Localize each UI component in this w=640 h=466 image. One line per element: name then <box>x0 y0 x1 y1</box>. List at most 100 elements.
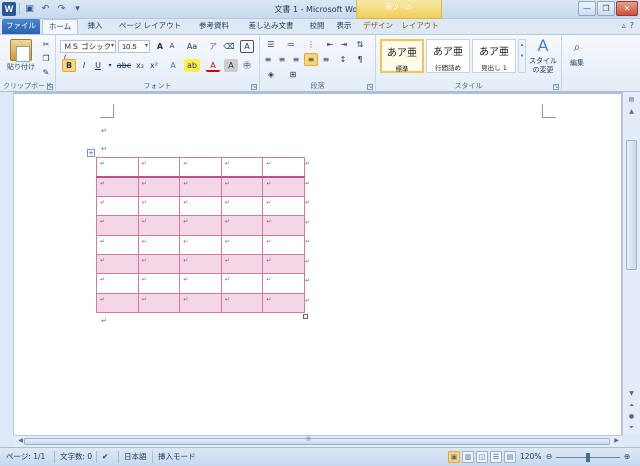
sort-icon[interactable]: ⇅ <box>354 38 366 51</box>
table-cell[interactable]: ↵ <box>262 195 305 217</box>
font-launcher-icon[interactable]: ↘ <box>251 84 257 90</box>
insert-mode-indicator[interactable]: 挿入モード <box>158 451 196 463</box>
font-size-combo[interactable]: 10.5 ▾ <box>118 40 150 53</box>
table-cell[interactable]: ↵ <box>96 253 139 275</box>
change-case-button[interactable]: Aa <box>184 40 200 53</box>
borders-icon[interactable]: ⊞ <box>284 68 302 81</box>
table-cell[interactable]: ↵ <box>220 156 264 178</box>
table-cell[interactable]: ↵ <box>96 156 139 178</box>
document-page[interactable]: ↵ ↵ + ↵ ↵ ↵ ↵ ↵ ↵ ↵ ↵ ↵ ↵ ↵ ↵ ↵ ↵ ↵ ↵ ↵ … <box>14 94 621 435</box>
table-cell[interactable]: ↵ <box>262 215 305 236</box>
table-resize-handle[interactable] <box>303 314 308 319</box>
styles-gallery-scroll[interactable]: ▴ ▾ <box>518 39 526 73</box>
table-cell[interactable]: ↵ <box>137 253 181 275</box>
minimize-button[interactable]: — <box>578 1 596 16</box>
table-cell[interactable]: ↵ <box>179 292 222 314</box>
table-cell[interactable]: ↵ <box>262 234 305 255</box>
table-cell[interactable]: ↵ <box>262 176 305 197</box>
scroll-right-icon[interactable]: ▶ <box>610 436 623 446</box>
table-cell[interactable]: ↵ <box>220 195 264 217</box>
character-shading-icon[interactable]: A <box>224 59 238 72</box>
tab-page-layout[interactable]: ページ レイアウト <box>112 19 188 34</box>
paste-icon[interactable] <box>10 39 32 62</box>
table-cell[interactable]: ↵ <box>137 234 181 255</box>
table-cell[interactable]: ↵ <box>220 215 264 236</box>
align-right-icon[interactable]: ≡ <box>290 53 302 66</box>
phonetic-guide-icon[interactable]: ア <box>206 40 220 53</box>
zoom-out-icon[interactable]: ⊖ <box>546 451 552 463</box>
table-cell[interactable]: ↵ <box>137 273 181 294</box>
table-cell[interactable]: ↵ <box>179 215 222 236</box>
table-cell[interactable]: ↵ <box>179 253 222 275</box>
table-cell[interactable]: ↵ <box>262 273 305 294</box>
minimize-ribbon-icon[interactable]: ▵ <box>622 21 626 30</box>
table-cell[interactable]: ↵ <box>220 176 264 197</box>
full-screen-reading-icon[interactable]: ▥ <box>462 451 474 463</box>
change-styles-button[interactable]: スタイルの変更 <box>526 57 560 75</box>
bullets-icon[interactable]: ☰ <box>262 38 280 51</box>
text-effects-icon[interactable]: A <box>166 59 180 72</box>
page-count[interactable]: ページ: 1/1 <box>6 451 45 463</box>
previous-page-icon[interactable]: ⏶ <box>625 400 638 411</box>
table-cell[interactable]: ↵ <box>179 195 222 217</box>
enclose-characters-button[interactable]: A <box>240 40 254 53</box>
style-no-spacing[interactable]: あア亜 行間詰め <box>426 39 470 73</box>
format-painter-icon[interactable]: ✎ <box>40 66 52 79</box>
tab-table-layout[interactable]: レイアウト <box>400 19 440 34</box>
justify-icon[interactable]: ≡ <box>304 53 318 66</box>
tab-file[interactable]: ファイル <box>2 19 40 34</box>
table-move-handle-icon[interactable]: + <box>87 149 95 157</box>
table-cell[interactable]: ↵ <box>220 234 264 255</box>
proofing-icon[interactable]: ✔ <box>102 451 108 463</box>
table-cell[interactable]: ↵ <box>262 292 305 314</box>
vertical-scroll-thumb[interactable] <box>626 140 637 270</box>
tab-view[interactable]: 表示 <box>332 19 356 34</box>
word-count[interactable]: 文字数: 0 <box>60 451 92 463</box>
table-cell[interactable]: ↵ <box>179 176 222 197</box>
zoom-level[interactable]: 120% <box>520 451 541 463</box>
tab-references[interactable]: 参考資料 <box>190 19 238 34</box>
chevron-down-icon[interactable]: ▾ <box>106 59 114 72</box>
binoculars-icon[interactable]: ⌕ <box>568 38 586 56</box>
table-cell[interactable]: ↵ <box>137 215 181 236</box>
change-styles-icon[interactable]: A <box>530 37 556 55</box>
ruler-toggle-icon[interactable]: ▤ <box>625 94 638 105</box>
table-cell[interactable]: ↵ <box>220 292 264 314</box>
table-cell[interactable]: ↵ <box>96 234 139 255</box>
next-page-icon[interactable]: ⏷ <box>625 422 638 433</box>
table-cell[interactable]: ↵ <box>220 273 264 294</box>
vertical-scrollbar[interactable]: ▤ ▲ ▼ ⏶ ● ⏷ <box>622 92 640 435</box>
clipboard-launcher-icon[interactable]: ↘ <box>47 84 53 90</box>
increase-indent-icon[interactable]: ⇥ <box>338 38 350 51</box>
font-color-button[interactable]: A <box>206 59 220 72</box>
multilevel-list-icon[interactable]: ⋮ <box>302 38 320 51</box>
table-cell[interactable]: ↵ <box>262 156 305 178</box>
table-cell[interactable]: ↵ <box>96 292 139 314</box>
underline-button[interactable]: U <box>92 59 104 72</box>
draft-view-icon[interactable]: ▤ <box>504 451 516 463</box>
document-table[interactable]: ↵ ↵ ↵ ↵ ↵ ↵ ↵ ↵ ↵ ↵ ↵ ↵ ↵ ↵ ↵ ↵ ↵ ↵ ↵ ↵ <box>96 156 305 314</box>
show-marks-icon[interactable]: ¶ <box>354 53 366 66</box>
scroll-down-icon[interactable]: ▼ <box>625 388 638 399</box>
italic-button[interactable]: I <box>78 59 90 72</box>
bold-button[interactable]: B <box>62 59 76 72</box>
clear-formatting-icon[interactable]: ⌫ <box>222 40 236 53</box>
zoom-slider-thumb[interactable] <box>586 453 590 462</box>
close-button[interactable]: ✕ <box>616 1 638 16</box>
numbering-icon[interactable]: ≔ <box>282 38 300 51</box>
browse-object-icon[interactable]: ● <box>625 411 638 422</box>
table-cell[interactable]: ↵ <box>96 176 139 197</box>
shrink-font-button[interactable]: A <box>166 40 178 53</box>
horizontal-scrollbar[interactable]: ◀ ▥ ▶ <box>14 435 622 447</box>
styles-launcher-icon[interactable]: ↘ <box>553 84 559 90</box>
distributed-icon[interactable]: ≡ <box>320 53 332 66</box>
editing-button[interactable]: 編集 <box>564 59 590 68</box>
decrease-indent-icon[interactable]: ⇤ <box>324 38 336 51</box>
table-cell[interactable]: ↵ <box>96 195 139 217</box>
paragraph-launcher-icon[interactable]: ↘ <box>367 84 373 90</box>
table-cell[interactable]: ↵ <box>137 156 181 178</box>
language-indicator[interactable]: 日本語 <box>124 451 147 463</box>
table-cell[interactable]: ↵ <box>137 292 181 314</box>
line-spacing-icon[interactable]: ↕ <box>336 53 350 66</box>
shading-icon[interactable]: ◈ <box>262 68 280 81</box>
